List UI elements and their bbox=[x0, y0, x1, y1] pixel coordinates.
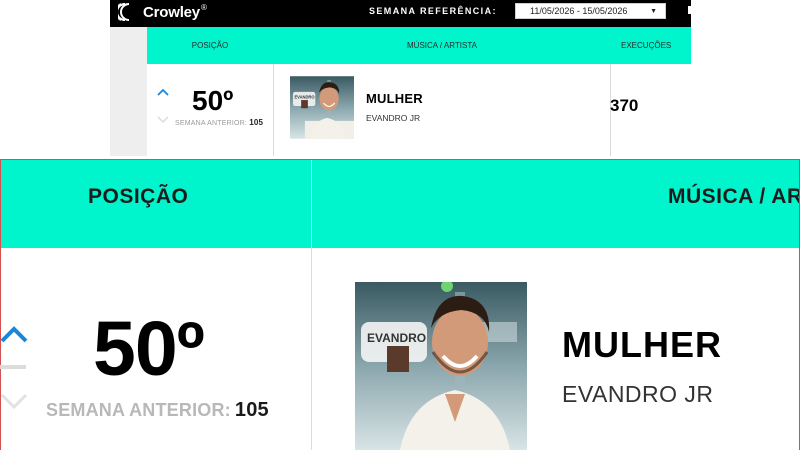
column-header-track: MÚSICA / ARTISTA bbox=[407, 41, 477, 50]
zoom-rank-value: 50º bbox=[93, 306, 205, 392]
rank-value: 50º bbox=[192, 85, 234, 116]
crop-border-top bbox=[0, 159, 800, 160]
column-header-plays: EXECUÇÕES bbox=[621, 41, 672, 50]
chevron-down-icon bbox=[157, 116, 169, 124]
week-label: SEMANA REFERÊNCIA: bbox=[369, 6, 497, 16]
cover-text: EVANDRO bbox=[294, 95, 314, 100]
previous-week-value: 105 bbox=[249, 118, 264, 127]
zoom-track-title[interactable]: MULHER bbox=[562, 324, 722, 366]
zoom-cover-text: EVANDRO bbox=[367, 331, 426, 345]
album-cover[interactable]: EVANDRO bbox=[290, 76, 354, 139]
registered-mark: ® bbox=[200, 2, 207, 12]
chevron-down-icon bbox=[0, 393, 28, 410]
week-select-value: 11/05/2026 - 15/05/2026 bbox=[530, 6, 628, 16]
zoom-column-header-position: POSIÇÃO bbox=[88, 185, 189, 208]
track-title[interactable]: MULHER bbox=[366, 91, 423, 106]
zoom-column-divider bbox=[311, 159, 312, 450]
left-gutter bbox=[110, 27, 147, 156]
toolbar-edge bbox=[688, 6, 691, 14]
chart-panel: Crowley ® SEMANA REFERÊNCIA: 11/05/2026 … bbox=[110, 0, 691, 156]
brand-name: Crowley bbox=[143, 3, 200, 21]
zoomed-chart-row: POSIÇÃO MÚSICA / AR 50º SEMANA ANTERIOR:… bbox=[0, 159, 800, 450]
track-artist[interactable]: EVANDRO JR bbox=[366, 113, 420, 123]
previous-week: SEMANA ANTERIOR: 105 bbox=[175, 118, 263, 127]
previous-week-label: SEMANA ANTERIOR: bbox=[175, 120, 248, 127]
plays-count: 370 bbox=[610, 96, 639, 115]
zoom-album-cover[interactable]: EVANDRO bbox=[355, 282, 527, 450]
zoom-album-cover-art: EVANDRO bbox=[355, 282, 527, 450]
top-bar: Crowley ® SEMANA REFERÊNCIA: 11/05/2026 … bbox=[110, 0, 691, 27]
zoom-track-artist[interactable]: EVANDRO JR bbox=[562, 381, 714, 408]
zoom-previous-week-label: SEMANA ANTERIOR: bbox=[46, 400, 231, 420]
chevron-up-icon bbox=[157, 88, 169, 96]
zoom-table-header: POSIÇÃO MÚSICA / AR bbox=[0, 159, 800, 248]
chevron-up-icon bbox=[0, 326, 28, 343]
zoom-previous-week-value: 105 bbox=[234, 399, 269, 421]
column-header-position: POSIÇÃO bbox=[191, 41, 229, 50]
table-header: POSIÇÃO MÚSICA / ARTISTA EXECUÇÕES bbox=[147, 27, 691, 64]
crowley-logo[interactable]: Crowley ® bbox=[118, 1, 207, 23]
caret-down-icon: ▼ bbox=[650, 8, 657, 15]
zoom-previous-week: SEMANA ANTERIOR: 105 bbox=[46, 399, 269, 422]
crowley-waves-icon bbox=[118, 3, 130, 21]
column-divider bbox=[273, 64, 274, 156]
week-select[interactable]: 11/05/2026 - 15/05/2026 ▼ bbox=[515, 3, 666, 19]
album-cover-art: EVANDRO bbox=[290, 76, 354, 139]
zoom-column-header-track: MÚSICA / AR bbox=[668, 185, 800, 208]
trend-divider bbox=[0, 365, 26, 369]
